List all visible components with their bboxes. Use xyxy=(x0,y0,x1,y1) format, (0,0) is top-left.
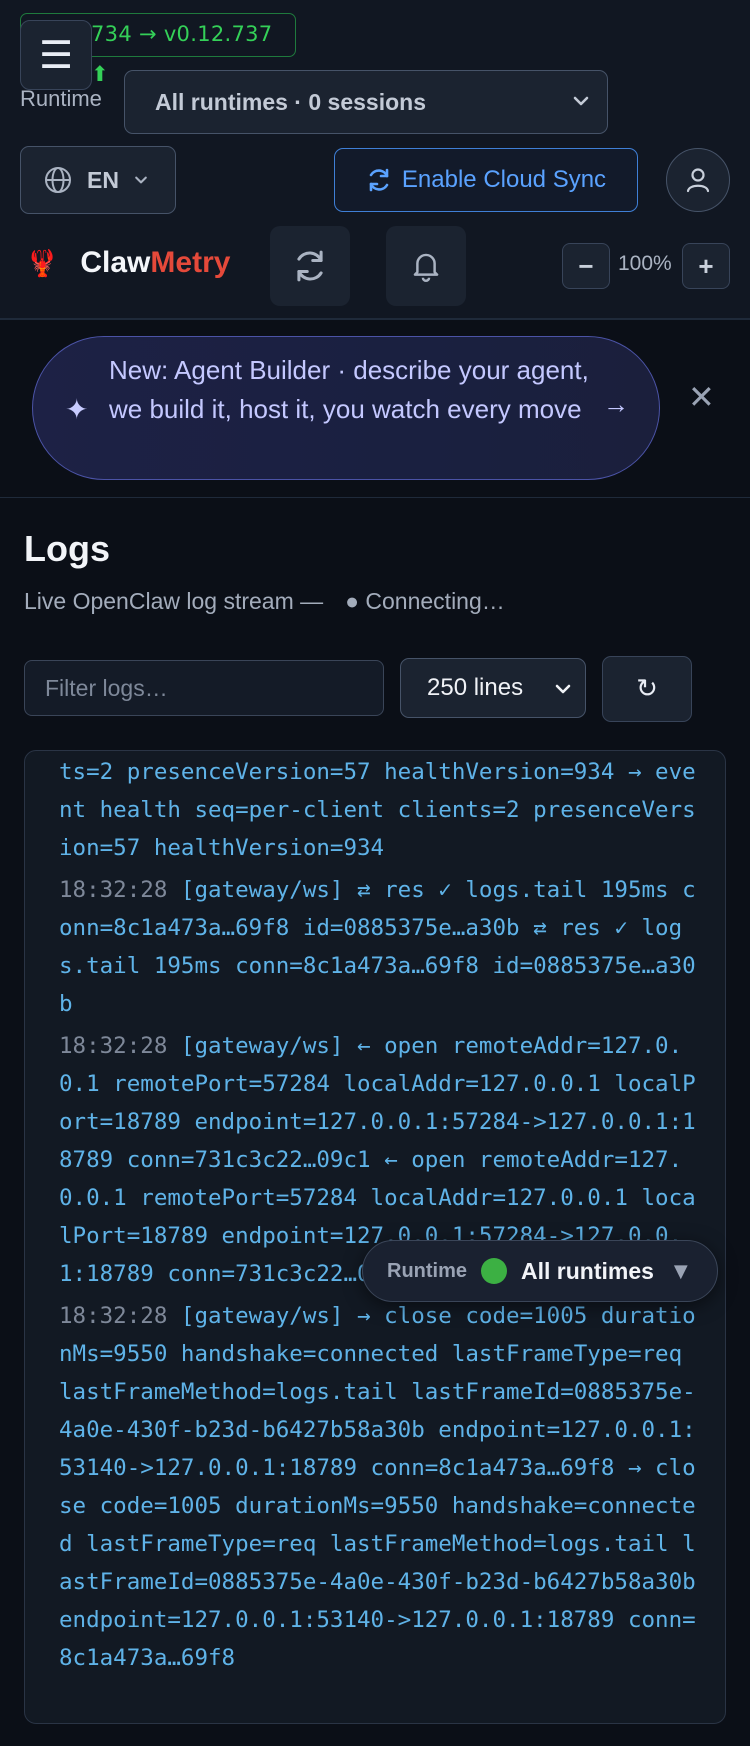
top-header: 734 → v0.12.737 ⬆ ☰ Runtime All runtimes… xyxy=(0,0,750,320)
log-timestamp: 18:32:28 xyxy=(59,1303,168,1329)
arrow-right-icon: → xyxy=(603,389,629,419)
chevron-down-icon xyxy=(555,684,571,694)
brand-name: ClawMetry xyxy=(80,246,230,280)
log-list: gateway/ws] ← event health seq=per-clien… xyxy=(59,751,699,1681)
globe-icon xyxy=(45,167,71,193)
brand-logo[interactable]: 🦞 ClawMetry xyxy=(26,246,230,280)
subtitle-text: Live OpenClaw log stream — xyxy=(24,588,324,614)
green-status-dot-icon xyxy=(481,1258,507,1284)
caret-down-icon: ▼ xyxy=(673,1260,688,1282)
plus-icon: + xyxy=(698,250,714,281)
lines-select[interactable]: 250 lines xyxy=(400,658,586,718)
lobster-logo-icon: 🦞 xyxy=(26,247,59,278)
log-message: gateway/ws] ← event health seq=per-clien… xyxy=(59,759,696,861)
log-timestamp: 18:32:28 xyxy=(59,1033,168,1059)
log-entry: 18:32:28 [gateway/ws] ⇄ res ✓ logs.tail … xyxy=(59,871,699,1023)
log-message: [gateway/ws] → close code=1005 durationM… xyxy=(59,1303,696,1671)
user-icon xyxy=(686,168,710,193)
lines-select-value: 250 lines xyxy=(427,674,524,701)
runtime-label: Runtime xyxy=(20,86,102,111)
refresh-icon xyxy=(297,250,323,282)
agent-builder-banner[interactable]: ✦ New: Agent Builder · describe your age… xyxy=(32,336,660,480)
reload-icon: ↻ xyxy=(636,674,658,704)
minus-icon: − xyxy=(578,250,594,281)
language-selector[interactable]: EN xyxy=(20,146,176,214)
page-title: Logs xyxy=(24,528,110,569)
connection-status: ● Connecting… xyxy=(345,588,505,614)
announcement-bar: ✦ New: Agent Builder · describe your age… xyxy=(0,320,750,498)
runtime-select-value: All runtimes · 0 sessions xyxy=(155,88,426,115)
bell-icon xyxy=(413,253,439,282)
runtime-select[interactable]: All runtimes · 0 sessions xyxy=(124,70,608,134)
reload-logs-button[interactable]: ↻ xyxy=(602,656,692,722)
runtime-pill-label: Runtime xyxy=(387,1259,467,1282)
zoom-in-button[interactable]: + xyxy=(682,243,730,289)
chevron-down-icon xyxy=(135,176,147,184)
banner-text: New: Agent Builder · describe your agent… xyxy=(109,355,589,424)
refresh-button[interactable] xyxy=(270,226,350,306)
log-stream-panel[interactable]: gateway/ws] ← event health seq=per-clien… xyxy=(24,750,726,1724)
user-avatar-button[interactable] xyxy=(666,148,730,212)
cloud-sync-label: Enable Cloud Sync xyxy=(401,166,607,193)
chevron-down-icon xyxy=(573,96,589,106)
log-timestamp: 18:32:28 xyxy=(59,877,168,903)
floating-runtime-selector[interactable]: Runtime All runtimes ▼ xyxy=(362,1240,718,1302)
zoom-out-button[interactable]: − xyxy=(562,243,610,289)
sparkle-icon: ✦ xyxy=(65,394,89,425)
zoom-level: 100% xyxy=(618,252,672,275)
filter-logs-input[interactable] xyxy=(24,660,384,716)
enable-cloud-sync-button[interactable]: Enable Cloud Sync xyxy=(334,148,638,212)
log-entry: 18:32:28 [gateway/ws] → close code=1005 … xyxy=(59,1297,699,1677)
sync-icon xyxy=(369,168,389,192)
brand-claw: Claw xyxy=(80,246,151,279)
menu-button[interactable]: ☰ xyxy=(20,20,92,90)
notifications-button[interactable] xyxy=(386,226,466,306)
log-entry: gateway/ws] ← event health seq=per-clien… xyxy=(59,751,699,867)
close-banner-icon[interactable]: ✕ xyxy=(688,378,715,416)
runtime-pill-value: All runtimes xyxy=(521,1257,654,1284)
hamburger-icon: ☰ xyxy=(38,33,74,77)
page-subtitle: Live OpenClaw log stream — ● Connecting… xyxy=(24,588,505,615)
brand-metry: Metry xyxy=(150,246,231,279)
language-label: EN xyxy=(87,166,119,193)
